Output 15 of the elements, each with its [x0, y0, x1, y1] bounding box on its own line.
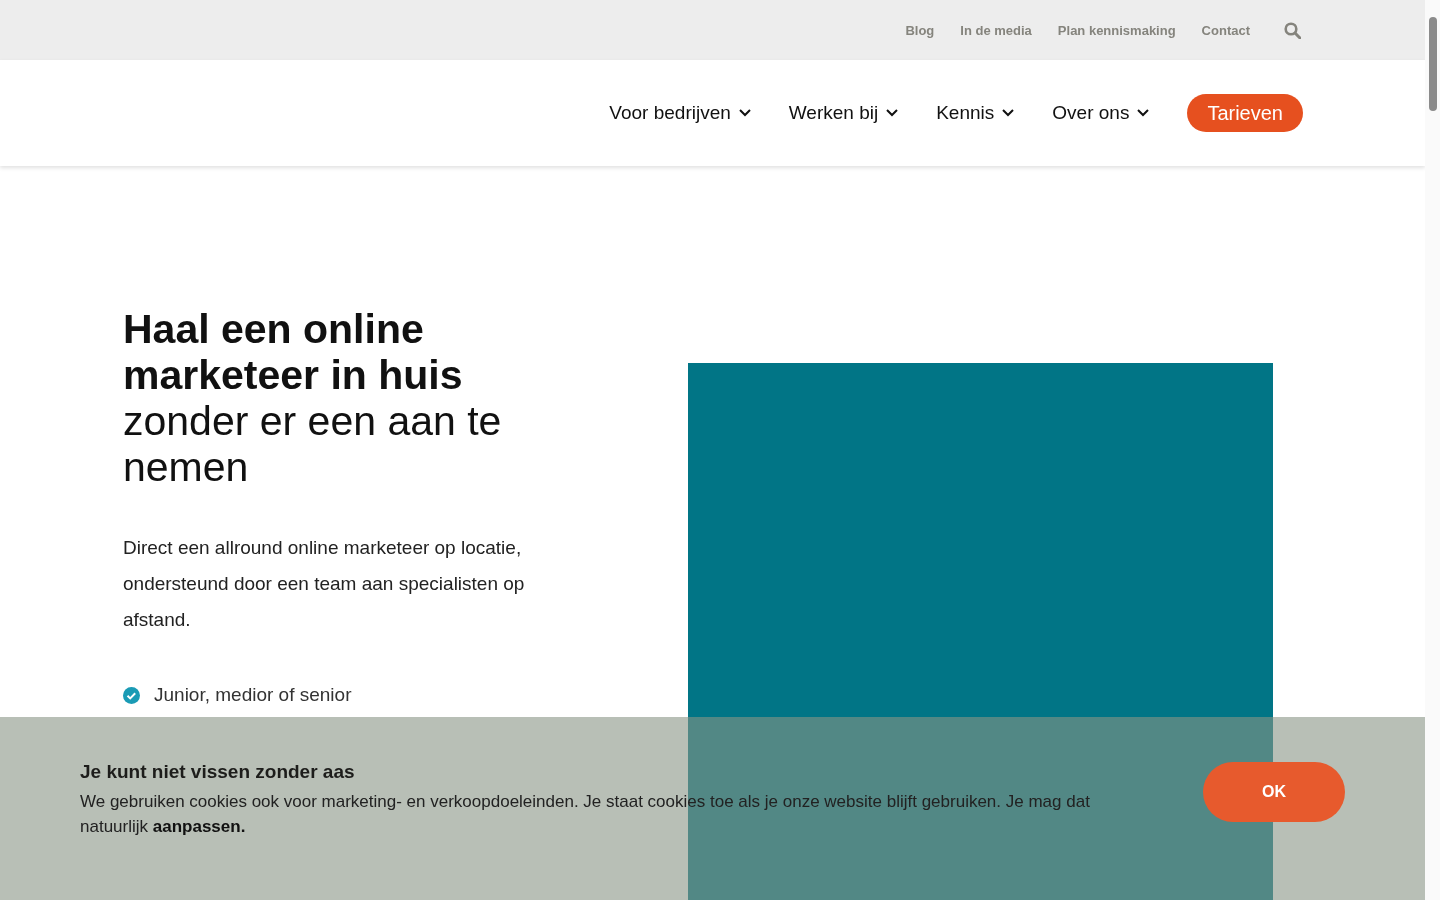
ok-button[interactable]: OK [1203, 762, 1345, 822]
top-link[interactable]: In de media [960, 22, 1032, 38]
cookie-title: Je kunt niet vissen zonder aas [80, 761, 356, 783]
top-link[interactable]: Contact [1201, 22, 1250, 38]
pricing-button[interactable]: Tarieven [1187, 94, 1303, 132]
nav-menu-item[interactable]: Voor bedrijven [609, 102, 751, 124]
nav-menu-item[interactable]: Kennis [936, 102, 1015, 124]
top-link[interactable]: Plan kennismaking [1057, 22, 1176, 38]
nav-menu-item[interactable]: Werken bij [788, 102, 899, 124]
checklist-item: Junior, medior of senior [154, 684, 352, 706]
hero-heading: Haal een online marketeer in huis zonder er een aan te nemen [123, 306, 503, 490]
hero-intro: Direct een allround online marketeer op locatie, ondersteund door een team aan specialisten op afstand. [123, 536, 526, 632]
top-link[interactable]: Blog [905, 22, 935, 38]
adjust-link[interactable]: aanpassen. [152, 817, 246, 836]
nav-menu-item[interactable]: Over ons [1052, 102, 1150, 124]
